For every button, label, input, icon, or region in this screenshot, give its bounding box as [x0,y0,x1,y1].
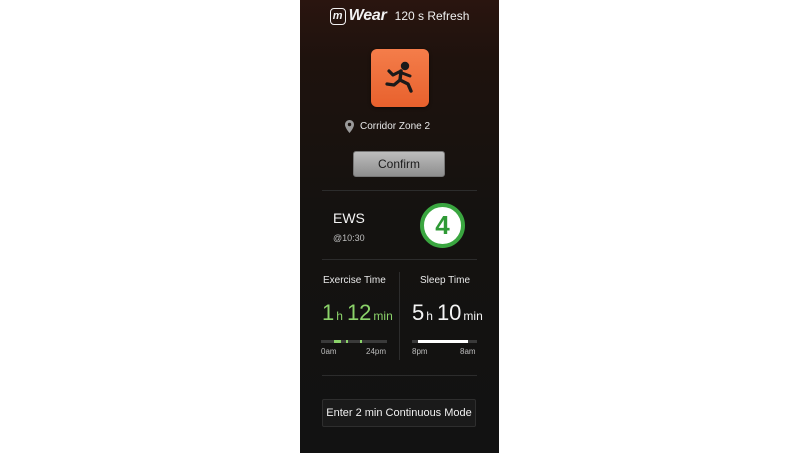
ews-score-badge[interactable]: 4 [420,203,465,248]
confirm-button[interactable]: Confirm [353,151,445,177]
vertical-divider [399,272,400,360]
exercise-segment [334,340,341,343]
sleep-hours-unit: h [426,309,433,323]
fall-person-icon [385,61,413,93]
exercise-axis-end: 24pm [366,347,387,356]
logo-mark-letter: m [332,9,343,22]
logo-mark: m [329,7,346,25]
exercise-time-label: Exercise Time [323,275,386,286]
sleep-minutes-unit: min [463,309,483,323]
exercise-time-value: 1 h 12 min [322,300,397,326]
watch-screen: m Wear 120 s Refresh Corridor Zone 2 Con… [300,0,499,453]
ews-title: EWS [333,210,365,226]
divider [322,375,477,376]
header: m Wear 120 s Refresh [300,0,499,32]
sleep-hours: 5 [412,300,425,325]
sleep-segment [418,340,468,343]
exercise-minutes-unit: min [373,309,393,323]
logo-word: Wear [348,7,387,24]
divider [322,190,477,191]
location-row: Corridor Zone 2 [345,120,430,133]
ews-timestamp: @10:30 [333,233,365,243]
sleep-time-value: 5 h 10 min [412,300,487,326]
continuous-mode-button[interactable]: Enter 2 min Continuous Mode [322,399,476,427]
exercise-segment [360,340,362,343]
exercise-minutes: 12 [346,300,372,325]
exercise-segment [346,340,348,343]
ews-score-value: 4 [435,210,450,240]
fall-alert-icon[interactable] [371,49,429,107]
exercise-hours-unit: h [336,309,343,323]
exercise-axis-start: 0am [321,347,337,356]
sleep-time-label: Sleep Time [420,275,471,286]
exercise-hours: 1 [322,300,335,325]
location-label: Corridor Zone 2 [360,121,431,132]
exercise-timeline [321,340,387,343]
sleep-minutes: 10 [436,300,462,325]
map-pin-icon [345,120,354,133]
refresh-interval: 120 s Refresh [394,9,470,23]
mwear-logo: m Wear [329,7,387,25]
sleep-axis-start: 8pm [412,347,428,356]
sleep-timeline [412,340,477,343]
divider [322,259,477,260]
sleep-axis-end: 8am [460,347,476,356]
